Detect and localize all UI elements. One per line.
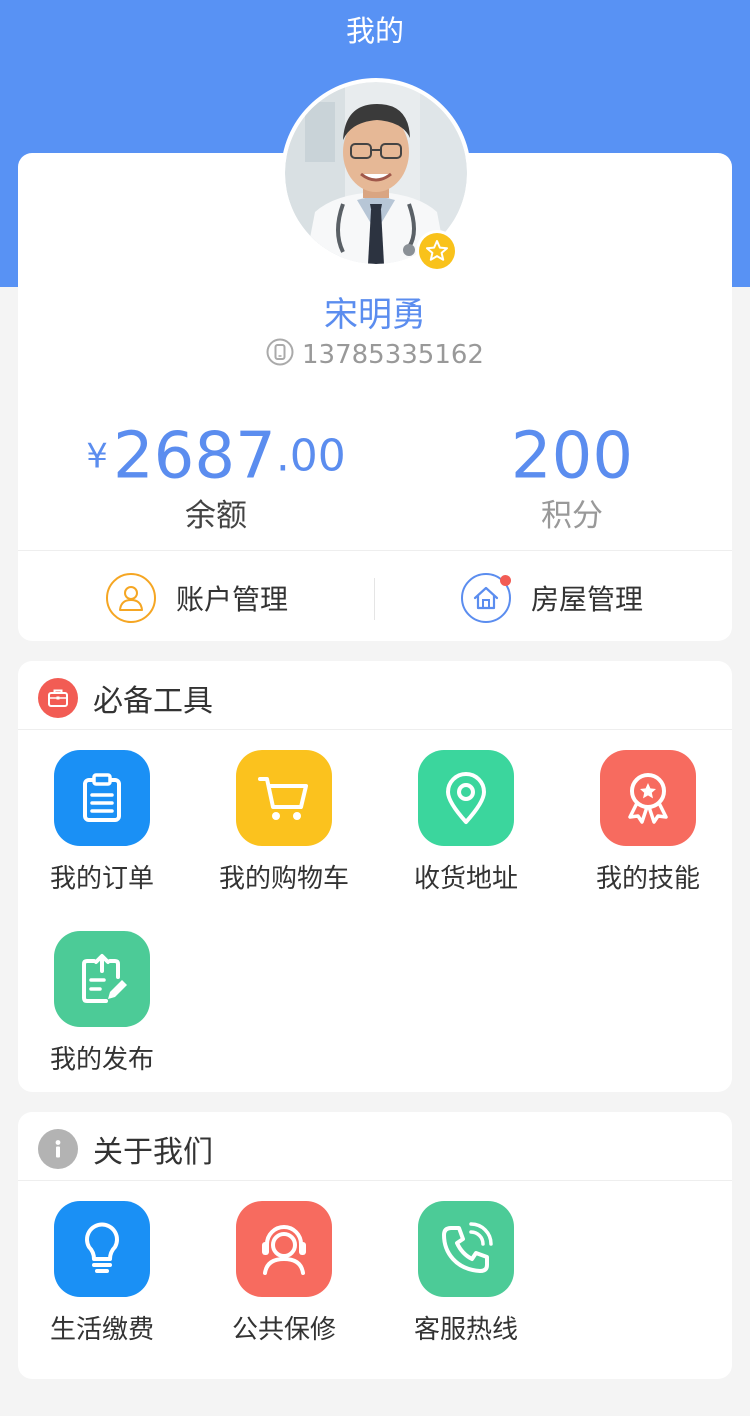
about-title: 关于我们 <box>93 1135 213 1170</box>
balance-integer: 2687 <box>112 419 276 494</box>
my-orders-label: 我的订单 <box>49 864 154 894</box>
service-hotline-label: 客服热线 <box>413 1315 518 1345</box>
my-cart-button[interactable]: 我的购物车 <box>194 750 374 896</box>
balance-stat[interactable]: ¥ 2687.00 余额 <box>56 418 376 538</box>
my-orders-button[interactable]: 我的订单 <box>12 750 192 896</box>
my-cart-label: 我的购物车 <box>218 864 349 894</box>
balance-label: 余额 <box>185 498 247 534</box>
points-label: 积分 <box>541 498 603 534</box>
balance-value: ¥ 2687.00 <box>56 418 376 494</box>
life-payment-label: 生活缴费 <box>49 1315 154 1345</box>
mobile-phone-icon <box>266 338 294 373</box>
points-stat[interactable]: 200 积分 <box>412 418 732 538</box>
notification-dot <box>500 575 511 586</box>
star-badge-icon <box>416 230 458 272</box>
currency-symbol: ¥ <box>86 436 108 477</box>
user-icon <box>106 573 156 623</box>
my-skills-button[interactable]: 我的技能 <box>558 750 738 896</box>
location-pin-icon <box>418 750 514 846</box>
user-name: 宋明勇 <box>324 295 426 335</box>
account-management-label: 账户管理 <box>176 583 289 616</box>
page-title: 我的 <box>345 14 404 48</box>
divider <box>18 550 732 551</box>
award-ribbon-icon <box>600 750 696 846</box>
public-repair-label: 公共保修 <box>231 1315 336 1345</box>
my-skills-label: 我的技能 <box>595 864 700 894</box>
my-posts-button[interactable]: 我的发布 <box>12 931 192 1077</box>
vertical-divider <box>374 578 375 620</box>
points-value: 200 <box>510 419 634 494</box>
clipboard-icon <box>54 750 150 846</box>
divider <box>18 729 732 730</box>
house-icon <box>461 573 511 623</box>
shipping-address-button[interactable]: 收货地址 <box>376 750 556 896</box>
public-repair-button[interactable]: 公共保修 <box>194 1201 374 1347</box>
divider <box>18 1180 732 1181</box>
tools-section-header: 必备工具 <box>18 664 732 732</box>
house-management-button[interactable]: 房屋管理 <box>461 570 643 626</box>
lightbulb-icon <box>54 1201 150 1297</box>
tools-title: 必备工具 <box>93 684 213 719</box>
service-hotline-button[interactable]: 客服热线 <box>376 1201 556 1347</box>
about-section-header: 关于我们 <box>18 1115 732 1183</box>
my-posts-label: 我的发布 <box>49 1045 154 1075</box>
headset-service-icon <box>236 1201 332 1297</box>
cart-icon <box>236 750 332 846</box>
publish-edit-icon <box>54 931 150 1027</box>
house-management-label: 房屋管理 <box>531 583 644 616</box>
info-icon <box>38 1129 78 1169</box>
shipping-address-label: 收货地址 <box>413 864 518 894</box>
phone-call-icon <box>418 1201 514 1297</box>
balance-decimal: .00 <box>275 430 346 482</box>
phone-number: 13785335162 <box>302 340 484 370</box>
account-management-button[interactable]: 账户管理 <box>106 570 288 626</box>
user-phone: 13785335162 <box>0 338 750 372</box>
life-payment-button[interactable]: 生活缴费 <box>12 1201 192 1347</box>
toolbox-icon <box>38 678 78 718</box>
